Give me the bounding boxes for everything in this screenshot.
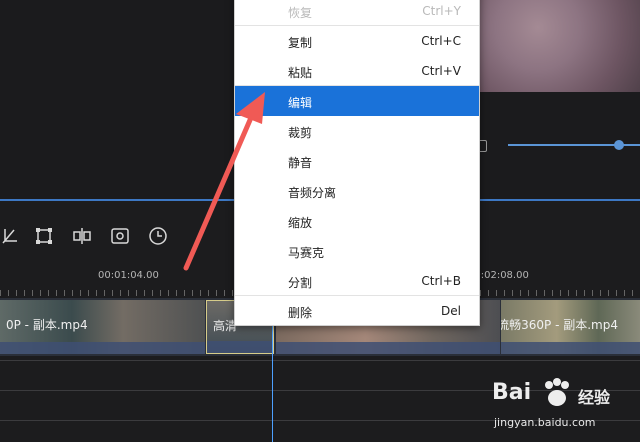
baidu-watermark: Bai 经验 jingyan.baidu.com (482, 372, 632, 434)
clip-audio-strip (0, 342, 205, 354)
video-clip[interactable]: 0P - 副本.mp4 (0, 300, 205, 354)
clip-audio-strip (276, 342, 500, 354)
menu-item-label: 裁剪 (288, 126, 313, 140)
menu-item-label: 静音 (288, 156, 313, 170)
menu-item-label: 分割 (288, 276, 313, 290)
clip-audio-strip (207, 341, 273, 353)
menu-item-label: 复制 (288, 36, 313, 50)
context-menu: 恢复 Ctrl+Y 复制 Ctrl+C 粘贴 Ctrl+V 编辑 裁剪 静音 音… (234, 0, 480, 326)
playhead[interactable] (272, 322, 273, 442)
clip-label: 》- 流畅360P - 副本.mp4 (501, 318, 619, 332)
menu-item-shortcut: Ctrl+C (421, 34, 461, 48)
clip-audio-strip (501, 342, 640, 354)
menu-item-audio-separate[interactable]: 音频分离 (235, 176, 479, 206)
menu-item-label: 马赛克 (288, 246, 325, 260)
track-divider (0, 360, 640, 361)
menu-item-label: 恢复 (288, 6, 313, 20)
volume-slider-knob[interactable] (614, 140, 624, 150)
paw-icon (545, 378, 569, 406)
record-icon[interactable] (110, 226, 130, 246)
split-icon[interactable] (72, 226, 92, 246)
menu-item-label: 缩放 (288, 216, 313, 230)
menu-item-mute[interactable]: 静音 (235, 146, 479, 176)
menu-item-undo: 恢复 Ctrl+Y (235, 0, 479, 26)
menu-item-delete[interactable]: 删除 Del (235, 296, 479, 326)
watermark-brand: Bai (492, 380, 532, 405)
menu-item-shortcut: Ctrl+V (421, 64, 461, 78)
transform-icon[interactable] (34, 226, 54, 246)
ruler-time-1: 00:01:04.00 (98, 270, 159, 281)
menu-item-label: 音频分离 (288, 186, 337, 200)
menu-item-label: 粘贴 (288, 66, 313, 80)
menu-item-paste[interactable]: 粘贴 Ctrl+V (235, 56, 479, 86)
menu-item-copy[interactable]: 复制 Ctrl+C (235, 26, 479, 56)
menu-item-shortcut: Del (441, 304, 461, 318)
menu-item-crop[interactable]: 裁剪 (235, 116, 479, 146)
menu-item-label: 删除 (288, 306, 313, 320)
clip-label: 0P - 副本.mp4 (6, 318, 88, 332)
menu-item-mosaic[interactable]: 马赛克 (235, 236, 479, 266)
video-clip[interactable]: 》- 流畅360P - 副本.mp4 (501, 300, 640, 354)
menu-item-edit[interactable]: 编辑 (235, 86, 479, 116)
crop-icon[interactable] (0, 226, 20, 246)
menu-item-shortcut: Ctrl+Y (422, 4, 461, 18)
clock-icon[interactable] (148, 226, 168, 246)
menu-item-zoom[interactable]: 缩放 (235, 206, 479, 236)
watermark-url: jingyan.baidu.com (494, 416, 596, 429)
menu-item-label: 编辑 (288, 96, 313, 110)
video-preview (470, 0, 640, 92)
watermark-brand-cn: 经验 (578, 388, 611, 407)
menu-item-shortcut: Ctrl+B (421, 274, 461, 288)
menu-item-split[interactable]: 分割 Ctrl+B (235, 266, 479, 296)
